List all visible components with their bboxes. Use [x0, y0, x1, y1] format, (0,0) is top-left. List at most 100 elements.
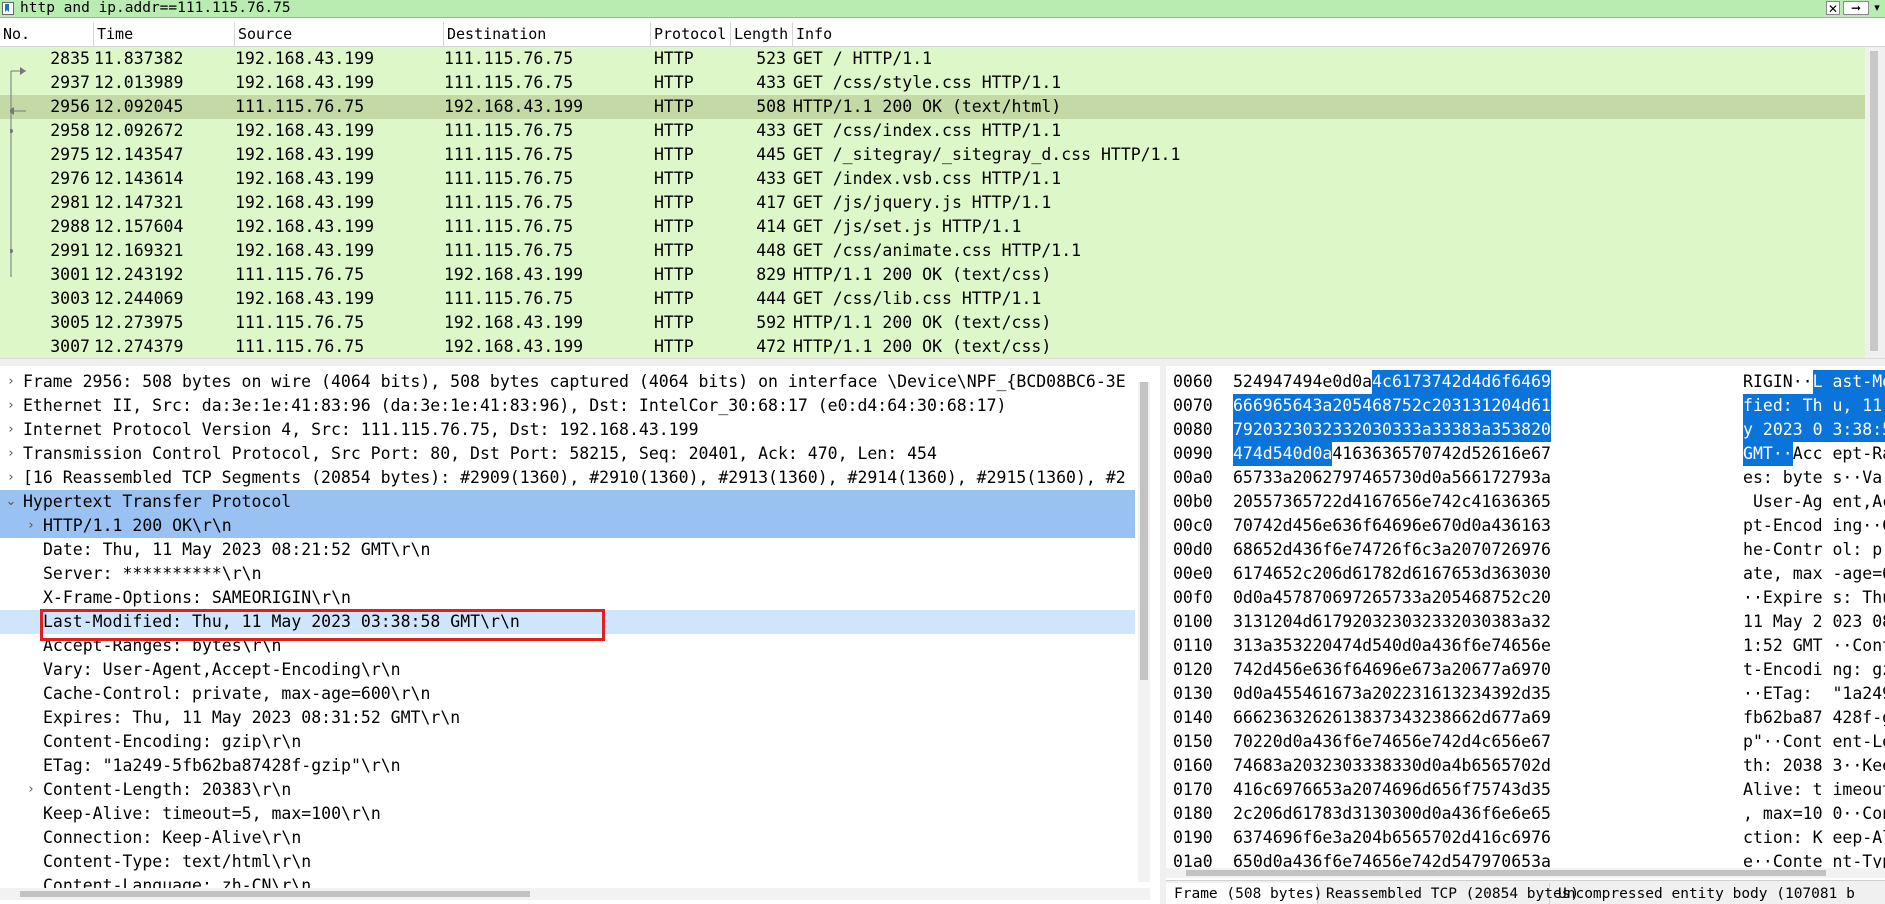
ascii-char[interactable]: b [1783, 466, 1793, 490]
hex-byte[interactable]: 70 [1472, 538, 1492, 562]
hex-byte[interactable]: 73 [1273, 490, 1293, 514]
ascii-char[interactable]: , [1842, 394, 1853, 418]
hex-byte[interactable]: 61 [1491, 442, 1511, 466]
hex-byte[interactable]: 68 [1372, 394, 1392, 418]
hex-byte[interactable]: 0d [1412, 466, 1432, 490]
ascii-char[interactable]: f [1743, 706, 1753, 730]
hex-byte[interactable]: 7a [1511, 706, 1531, 730]
ascii-char[interactable]: x [1783, 802, 1793, 826]
ascii-char[interactable]: : [1852, 658, 1862, 682]
ascii-char[interactable]: t [1803, 538, 1813, 562]
hex-byte[interactable]: 65 [1273, 562, 1293, 586]
packet-row[interactable]: 2975 12.143547 192.168.43.199 111.115.76.75… [0, 143, 1865, 167]
hex-byte[interactable]: 65 [1372, 466, 1392, 490]
ascii-char[interactable]: l [1753, 778, 1763, 802]
hex-byte[interactable]: 32 [1293, 634, 1313, 658]
ascii-char[interactable]: R [1743, 370, 1753, 394]
hex-byte[interactable]: 22 [1253, 730, 1273, 754]
ascii-char[interactable]: c [1813, 442, 1823, 466]
hex-byte[interactable]: 41 [1332, 442, 1352, 466]
ascii-char[interactable]: 7 [1813, 706, 1823, 730]
ascii-char[interactable]: e [1842, 826, 1852, 850]
chevron-right-icon[interactable]: › [4, 466, 18, 490]
hex-byte[interactable]: 33 [1352, 754, 1372, 778]
ascii-char[interactable]: g [1813, 490, 1823, 514]
ascii-char[interactable]: · [1852, 754, 1862, 778]
ascii-char[interactable]: o [1862, 634, 1872, 658]
ascii-char[interactable] [1792, 394, 1803, 418]
ascii-char[interactable]: 2 [1783, 754, 1793, 778]
hex-byte[interactable]: 3d [1472, 562, 1492, 586]
hex-byte[interactable]: 70 [1432, 826, 1452, 850]
hex-byte[interactable]: 78 [1293, 586, 1313, 610]
hex-byte[interactable]: 20 [1452, 538, 1472, 562]
pane-splitter-horizontal[interactable] [0, 358, 1885, 366]
chevron-down-icon[interactable]: ⌄ [4, 490, 18, 514]
hex-byte[interactable]: 79 [1233, 418, 1253, 442]
hex-byte[interactable]: 76 [1531, 538, 1551, 562]
ascii-char[interactable]: t [1813, 730, 1823, 754]
hex-byte[interactable]: 74 [1431, 370, 1452, 394]
ascii-char[interactable]: n [1832, 658, 1842, 682]
hex-byte[interactable]: 30 [1372, 418, 1392, 442]
ascii-char[interactable]: c [1803, 442, 1813, 466]
hex-byte[interactable]: 69 [1511, 538, 1531, 562]
hex-byte[interactable]: 65 [1233, 466, 1253, 490]
hex-bytes[interactable]: 74 2d 45 6e 63 6f 64 69 6e 67 3a 20 67 7… [1233, 658, 1551, 682]
ascii-char[interactable]: e [1852, 778, 1862, 802]
ascii-char[interactable] [1803, 778, 1813, 802]
hex-byte[interactable]: 3a [1411, 418, 1432, 442]
hex-byte[interactable]: 0a [1352, 370, 1372, 394]
ascii-char[interactable]: : [1793, 826, 1803, 850]
hex-byte[interactable]: 65 [1511, 634, 1531, 658]
ascii-char[interactable]: C [1773, 538, 1783, 562]
hex-byte[interactable]: 3a [1531, 466, 1551, 490]
hex-byte[interactable]: 30 [1332, 754, 1352, 778]
ascii-char[interactable]: d [1813, 514, 1823, 538]
hex-byte[interactable]: 2c [1511, 586, 1531, 610]
hex-byte[interactable]: 61 [1332, 706, 1352, 730]
display-filter-input[interactable]: http and ip.addr==111.115.76.75 [20, 0, 291, 17]
ascii-char[interactable]: e [1862, 562, 1872, 586]
ascii-char[interactable]: A [1793, 442, 1803, 466]
hex-byte[interactable]: 4e [1313, 370, 1333, 394]
hex-byte[interactable]: 74 [1432, 442, 1452, 466]
packet-row[interactable]: 2976 12.143614 192.168.43.199 111.115.76.75… [0, 167, 1865, 191]
hex-byte[interactable]: 61 [1432, 682, 1452, 706]
hex-byte[interactable]: 65 [1253, 538, 1273, 562]
hex-byte[interactable]: 3a [1332, 826, 1352, 850]
hex-byte[interactable]: 72 [1313, 490, 1333, 514]
hex-byte[interactable]: 74 [1253, 514, 1273, 538]
hex-byte[interactable]: 45 [1273, 682, 1293, 706]
ascii-char[interactable]: : [1872, 418, 1883, 442]
hex-byte[interactable]: 4d [1252, 442, 1273, 466]
ascii-char[interactable]: 3 [1852, 610, 1862, 634]
ascii-char[interactable]: n [1783, 826, 1793, 850]
hex-byte[interactable]: 0d [1233, 586, 1253, 610]
hex-byte[interactable]: 0a [1432, 754, 1452, 778]
ascii-char[interactable]: o [1832, 538, 1842, 562]
hex-bytes[interactable]: 2c 20 6d 61 78 3d 31 30 30 0d 0a 43 6f 6… [1233, 802, 1551, 826]
ascii-char[interactable]: e [1832, 826, 1842, 850]
hex-byte[interactable]: 4c [1372, 370, 1392, 394]
chevron-right-icon[interactable]: › [4, 442, 18, 466]
hex-byte[interactable]: 66 [1452, 706, 1472, 730]
ascii-char[interactable]: c [1783, 658, 1793, 682]
hex-ascii[interactable]: , max=10 0··Conne [1743, 802, 1885, 826]
hex-byte[interactable]: 20 [1452, 610, 1472, 634]
ascii-char[interactable]: 3 [1832, 418, 1843, 442]
ascii-char[interactable]: · [1842, 754, 1852, 778]
ascii-char[interactable]: - [1862, 730, 1872, 754]
hex-byte[interactable]: 68 [1233, 538, 1253, 562]
hex-byte[interactable]: 54 [1272, 442, 1293, 466]
hex-byte[interactable]: 2d [1452, 730, 1472, 754]
ascii-char[interactable] [1803, 610, 1813, 634]
ascii-char[interactable]: s [1753, 466, 1763, 490]
hex-byte[interactable]: 70 [1412, 442, 1432, 466]
detail-tree-item[interactable]: ETag: "1a249-5fb62ba87428f-gzip"\r\n [0, 754, 1135, 778]
ascii-char[interactable]: C [1783, 730, 1793, 754]
column-header-no[interactable]: No. [0, 22, 94, 47]
ascii-char[interactable]: T [1813, 634, 1823, 658]
ascii-char[interactable]: 6 [1763, 706, 1773, 730]
ascii-char[interactable]: 2 [1773, 706, 1783, 730]
